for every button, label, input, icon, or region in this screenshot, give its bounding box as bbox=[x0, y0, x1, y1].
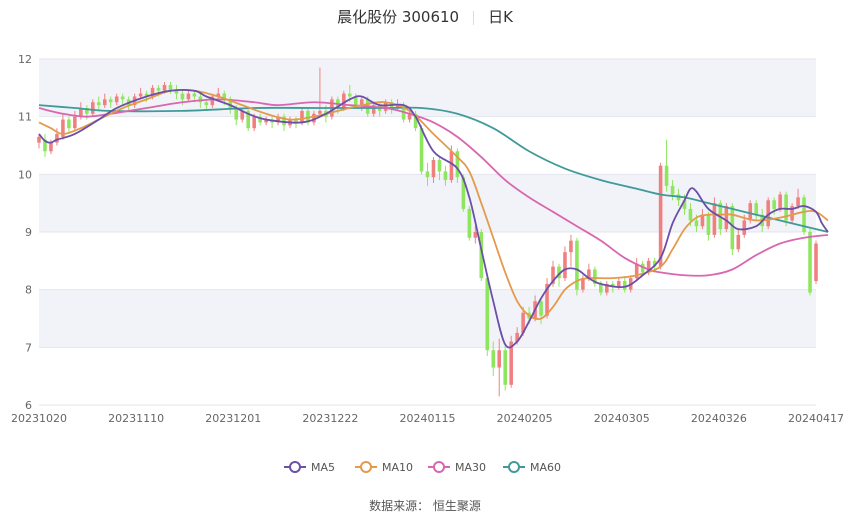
candle-body bbox=[748, 203, 753, 221]
candle-body bbox=[467, 208, 472, 238]
data-source: 数据来源： 恒生聚源 bbox=[369, 499, 481, 513]
legend-marker bbox=[360, 461, 372, 473]
x-axis-labels: 20231020 20231110 20231201 20231222 20240115… bbox=[11, 412, 844, 425]
x-tick-label: 20240115 bbox=[400, 412, 456, 425]
candle-body bbox=[497, 350, 502, 368]
candle-body bbox=[664, 165, 669, 186]
candle-body bbox=[599, 283, 603, 293]
candle-body bbox=[180, 93, 185, 100]
candle-body bbox=[90, 102, 95, 114]
kline-chart: 6789101112 20231020 20231110 20231201 20231… bbox=[11, 53, 844, 474]
candle-body bbox=[73, 116, 77, 129]
x-tick-label: 20240205 bbox=[497, 412, 553, 425]
candle-body bbox=[252, 116, 256, 129]
candle-body bbox=[437, 159, 442, 172]
candle-body bbox=[431, 159, 436, 178]
y-tick-label: 10 bbox=[18, 168, 32, 181]
legend-label: MA30 bbox=[455, 461, 486, 474]
candle-body bbox=[742, 220, 747, 235]
x-tick-label: 20240326 bbox=[691, 412, 747, 425]
candle-body bbox=[425, 171, 430, 178]
candle-body bbox=[156, 87, 161, 91]
candle-body bbox=[473, 232, 478, 238]
legend-label: MA5 bbox=[311, 461, 335, 474]
candle-body bbox=[162, 84, 167, 91]
background-band bbox=[39, 289, 816, 348]
candle-body bbox=[102, 99, 107, 106]
candle-body bbox=[192, 93, 197, 97]
legend-marker bbox=[508, 461, 520, 473]
x-tick-label: 20231110 bbox=[108, 412, 164, 425]
candle-body bbox=[808, 232, 812, 293]
candle-body bbox=[622, 281, 627, 290]
candle-body bbox=[49, 142, 53, 152]
candle-body bbox=[300, 110, 304, 123]
chart-legend[interactable]: MA5 MA10 MA30 MA60 bbox=[284, 461, 561, 474]
y-tick-label: 8 bbox=[25, 284, 32, 297]
x-tick-label: 20240417 bbox=[788, 412, 844, 425]
legend-label: MA60 bbox=[530, 461, 561, 474]
candle-body bbox=[186, 93, 191, 100]
candle-body bbox=[174, 90, 179, 94]
candle-body bbox=[658, 165, 663, 267]
x-tick-label: 20231222 bbox=[302, 412, 358, 425]
candle-body bbox=[108, 99, 113, 103]
candle-body bbox=[491, 350, 496, 368]
y-tick-label: 6 bbox=[25, 399, 32, 412]
x-tick-label: 20231201 bbox=[205, 412, 261, 425]
x-tick-label: 20231020 bbox=[11, 412, 67, 425]
candle-body bbox=[234, 108, 239, 120]
candle-body bbox=[342, 93, 346, 109]
candle-body bbox=[485, 278, 490, 351]
candle-body bbox=[67, 119, 71, 129]
candle-body bbox=[616, 281, 621, 287]
candle-body bbox=[712, 203, 717, 235]
candle-body bbox=[419, 128, 424, 172]
background-bands bbox=[39, 59, 816, 348]
candle-body bbox=[138, 93, 143, 97]
candle-body bbox=[383, 102, 388, 111]
candle-body bbox=[569, 240, 573, 253]
y-axis-labels: 6 7 8 9 10 11 12 bbox=[18, 53, 32, 412]
candle-body bbox=[563, 252, 567, 279]
candle-body bbox=[724, 206, 729, 230]
candle-body bbox=[539, 301, 543, 316]
candle-body bbox=[55, 133, 59, 143]
candle-body bbox=[37, 136, 41, 143]
candle-body bbox=[204, 102, 209, 106]
candle-body bbox=[120, 96, 125, 100]
candle-body bbox=[694, 220, 699, 227]
candle-body bbox=[796, 197, 800, 207]
x-tick-label: 20240305 bbox=[594, 412, 650, 425]
y-tick-label: 11 bbox=[18, 111, 32, 124]
legend-label: MA10 bbox=[382, 461, 413, 474]
candle-body bbox=[114, 96, 119, 103]
candle-body bbox=[814, 243, 818, 282]
candle-body bbox=[772, 200, 776, 209]
candle-body bbox=[443, 171, 448, 181]
candle-body bbox=[754, 203, 759, 215]
candle-body bbox=[503, 350, 507, 385]
candle-body bbox=[736, 234, 741, 250]
y-tick-label: 12 bbox=[18, 53, 32, 66]
chart-container: 晨化股份 300610 日K 6 7 8 9 10 11 12 20231020 2023111… bbox=[0, 0, 850, 517]
candle-body bbox=[96, 102, 101, 106]
legend-marker bbox=[289, 461, 301, 473]
y-tick-label: 7 bbox=[25, 341, 32, 354]
candle-body bbox=[706, 214, 711, 235]
candle-body bbox=[449, 151, 454, 181]
legend-marker bbox=[433, 461, 445, 473]
candle-body bbox=[348, 93, 352, 97]
y-tick-label: 9 bbox=[25, 226, 32, 239]
candle-body bbox=[688, 208, 693, 221]
candle-body bbox=[670, 185, 675, 195]
candle-body bbox=[318, 110, 322, 114]
candle-body bbox=[778, 194, 782, 209]
